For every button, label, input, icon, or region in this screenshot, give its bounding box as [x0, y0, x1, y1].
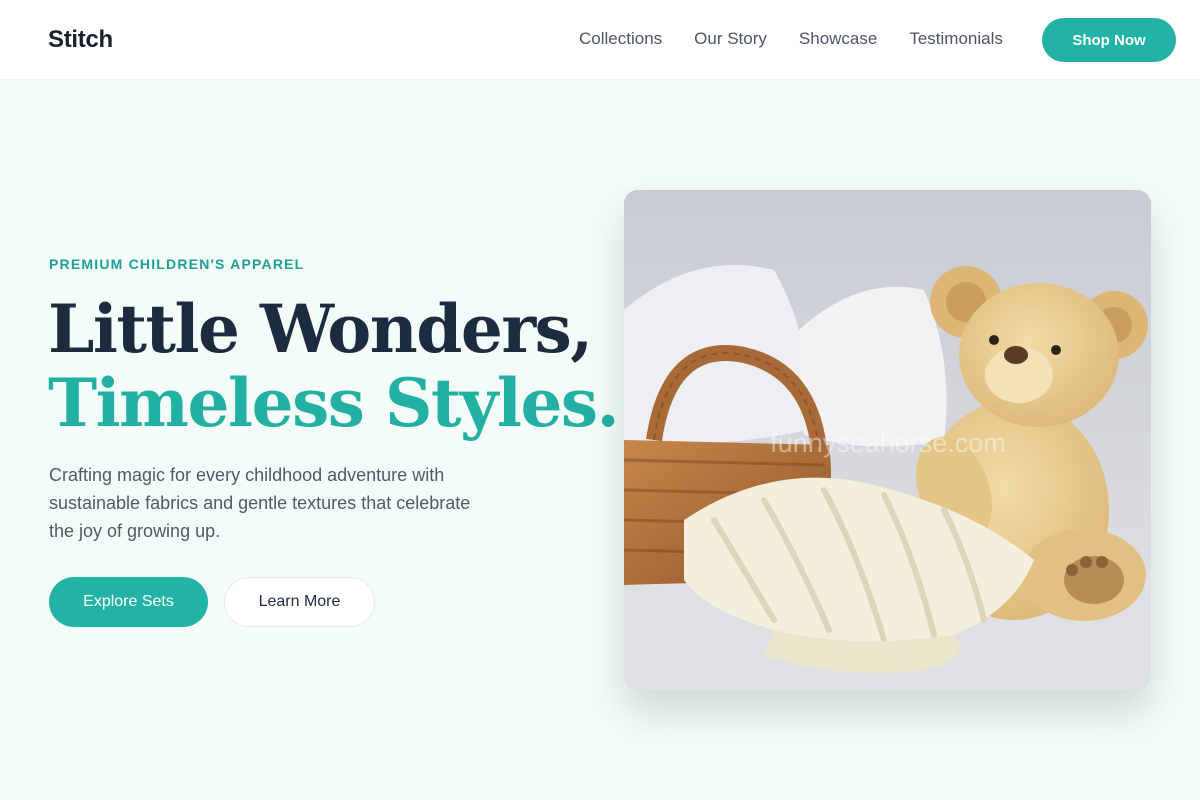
main-nav: Collections Our Story Showcase Testimoni…	[579, 26, 1003, 52]
learn-more-button[interactable]: Learn More	[224, 577, 375, 627]
hero-eyebrow: PREMIUM CHILDREN'S APPAREL	[49, 256, 305, 272]
shop-now-button[interactable]: Shop Now	[1042, 18, 1176, 62]
image-watermark: funnyseahorse.com	[770, 428, 1006, 458]
explore-sets-button[interactable]: Explore Sets	[49, 577, 208, 627]
headline-line-1: Little Wonders,	[48, 290, 593, 368]
brand-logo[interactable]: Stitch	[48, 22, 113, 58]
hero-product-image: funnyseahorse.com	[624, 190, 1151, 690]
hero-headline: Little Wonders, Timeless Styles.	[48, 290, 620, 442]
nav-link-testimonials[interactable]: Testimonials	[909, 26, 1003, 52]
nav-link-our-story[interactable]: Our Story	[694, 26, 767, 52]
headline-line-2: Timeless Styles.	[48, 364, 620, 442]
site-header: Stitch Collections Our Story Showcase Te…	[0, 0, 1200, 80]
nav-link-showcase[interactable]: Showcase	[799, 26, 877, 52]
hero-subtext: Crafting magic for every childhood adven…	[49, 465, 471, 541]
nav-link-collections[interactable]: Collections	[579, 26, 662, 52]
